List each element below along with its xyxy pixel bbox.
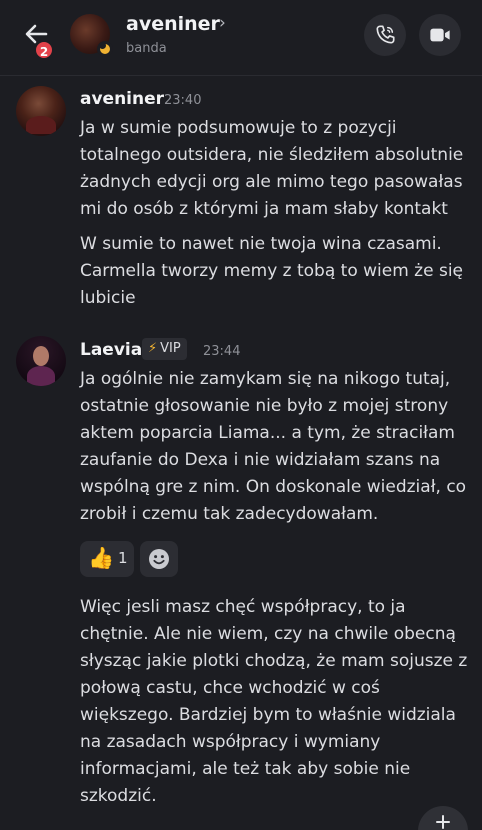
vip-badge-label: VIP [160,341,181,356]
chat-header: 2 aveniner › banda [0,0,482,76]
message-timestamp: 23:40 [164,93,202,108]
message-text: Więc jesli masz chęć współpracy, to ja c… [80,597,468,806]
video-call-button[interactable] [419,14,461,56]
message-author[interactable]: aveniner [80,89,164,109]
vip-badge: ⚡ VIP [142,338,187,360]
add-reaction-button[interactable] [140,541,178,577]
message-text: W sumie to nawet nie twoja wina czasami.… [80,234,464,308]
notification-badge: 2 [34,40,54,60]
lightning-icon: ⚡ [148,341,158,356]
message-text: Ja ogólnie nie zamykam się na nikogo tut… [80,369,467,524]
message-timestamp: 23:44 [203,344,241,359]
phone-icon [376,25,395,44]
reaction-count: 1 [118,549,128,567]
idle-status-icon [97,41,113,57]
avatar[interactable] [16,336,66,386]
channel-subtitle: banda [126,41,167,56]
avatar[interactable] [70,14,113,57]
thumbs-up-icon: 👍 [88,546,115,570]
video-camera-icon [430,28,450,42]
channel-name[interactable]: aveniner [126,13,220,35]
message-author[interactable]: Laevia [80,340,142,360]
message-text: Ja w sumie podsumowuje to z pozycji tota… [80,118,464,219]
plus-icon [436,815,450,829]
reaction-thumbs-up[interactable]: 👍 1 [80,541,134,577]
avatar[interactable] [16,86,66,136]
call-button[interactable] [364,14,406,56]
smiley-icon [149,549,169,569]
chevron-right-icon[interactable]: › [219,13,226,33]
